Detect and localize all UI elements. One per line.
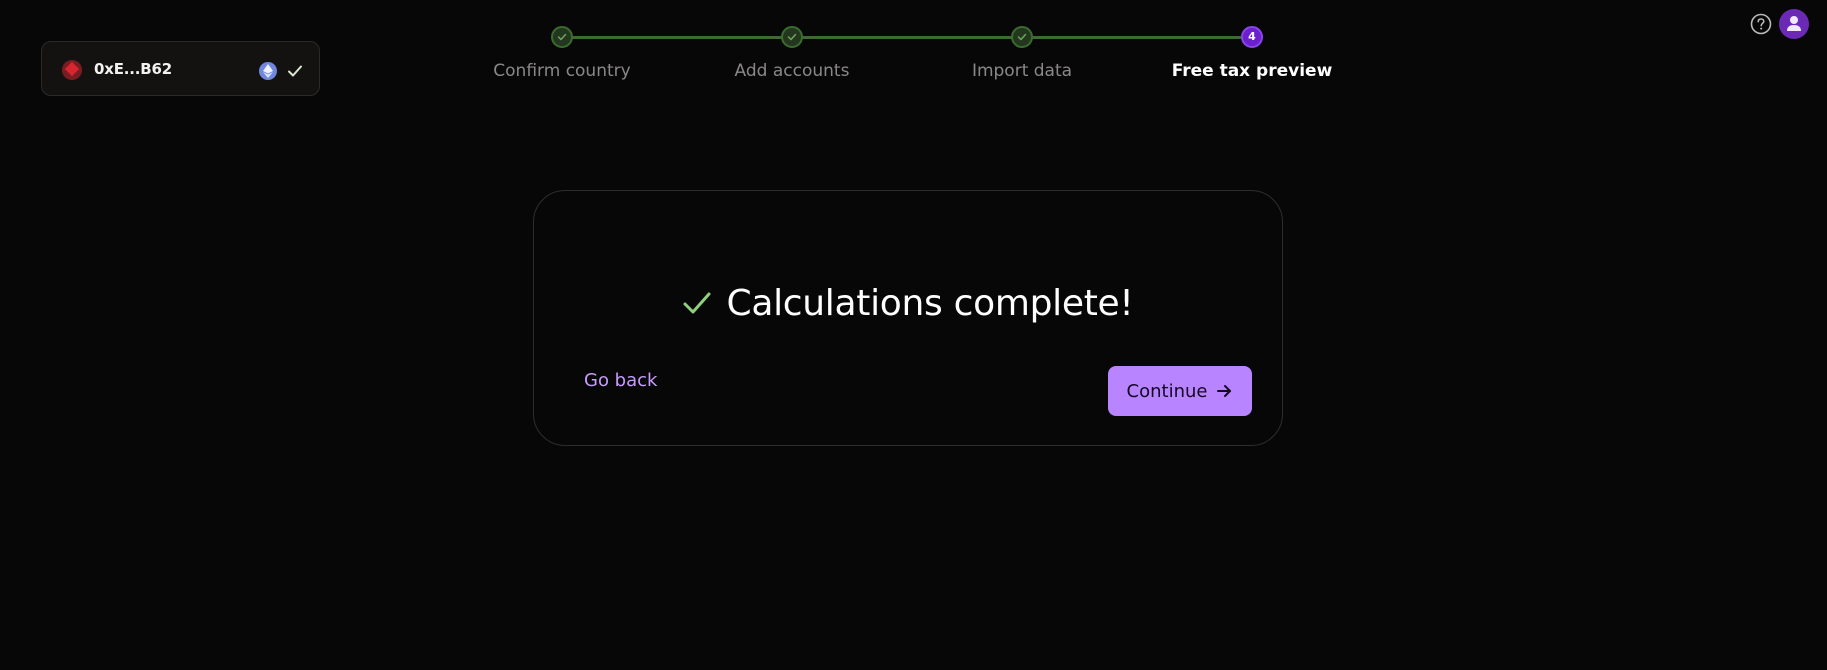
progress-stepper: 4 Confirm country Add accounts Import da… [0,0,1827,100]
result-heading: Calculations complete! [534,281,1282,325]
step-connector [792,36,1022,39]
step-label-free-tax-preview: Free tax preview [1171,61,1333,81]
page: 0xE...B62 4 Confirm country Add accounts… [0,0,1827,670]
step-connector [1022,36,1252,39]
continue-button[interactable]: Continue [1108,366,1252,416]
user-icon [1787,16,1801,31]
step-3-complete-icon [1011,26,1033,48]
step-2-complete-icon [781,26,803,48]
step-connector [562,36,792,39]
continue-button-label: Continue [1126,380,1208,402]
calculations-card: Calculations complete! Go back Continue [533,190,1283,446]
go-back-link[interactable]: Go back [584,369,657,393]
user-avatar[interactable] [1779,9,1809,39]
step-label-add-accounts: Add accounts [734,61,850,81]
success-check-icon [682,288,712,318]
step-4-number: 4 [1241,26,1263,48]
result-title: Calculations complete! [726,282,1134,324]
arrow-right-icon [1217,385,1232,397]
step-1-complete-icon [551,26,573,48]
step-label-import-data: Import data [971,61,1073,81]
help-circle-icon[interactable] [1750,13,1772,35]
step-label-confirm-country: Confirm country [493,61,631,81]
